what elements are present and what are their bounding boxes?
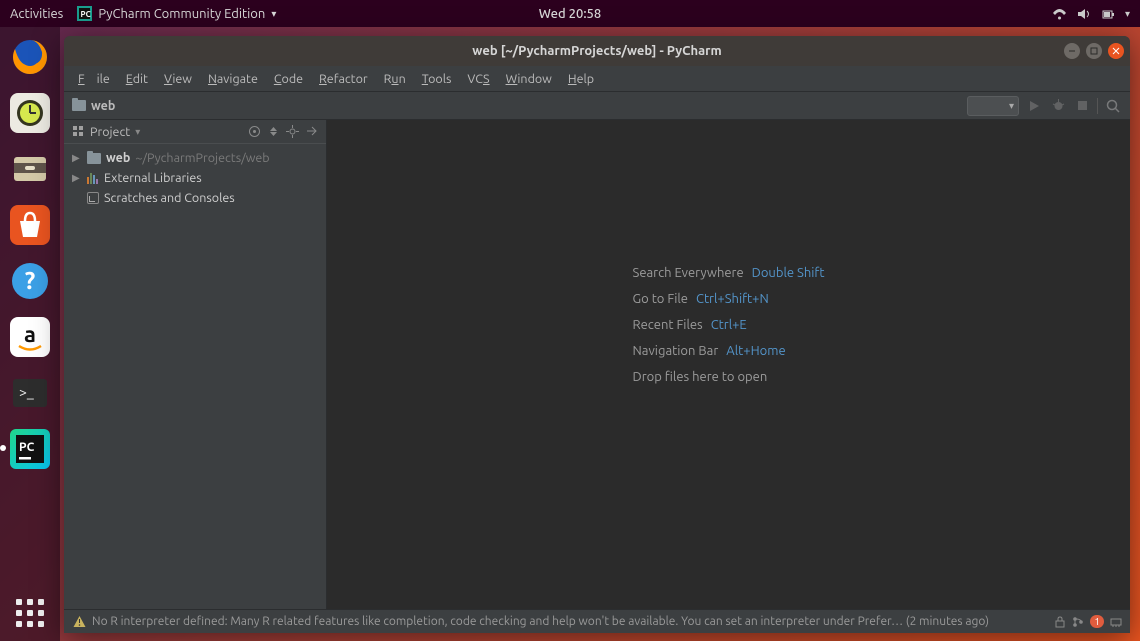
hide-icon[interactable] <box>305 125 318 138</box>
tree-item-external-libraries[interactable]: ▶ External Libraries <box>64 168 326 188</box>
folder-icon <box>72 100 86 111</box>
memory-icon[interactable] <box>1110 616 1122 628</box>
gnome-topbar: Activities PC PyCharm Community Edition … <box>0 0 1140 27</box>
battery-icon[interactable] <box>1101 7 1115 21</box>
menu-vcs[interactable]: VCS <box>461 70 495 88</box>
chevron-down-icon[interactable]: ▾ <box>1125 8 1130 20</box>
statusbar: No R interpreter defined: Many R related… <box>64 609 1130 633</box>
hint-label: Recent Files <box>633 318 703 332</box>
project-tool-title[interactable]: Project <box>90 125 130 139</box>
project-tool-header: Project ▾ <box>64 120 326 144</box>
menu-refactor[interactable]: Refactor <box>313 70 374 88</box>
stop-icon[interactable] <box>1073 97 1091 115</box>
run-config-selector[interactable]: ▾ <box>967 96 1019 116</box>
library-icon <box>87 173 99 184</box>
menu-run[interactable]: Run <box>378 70 412 88</box>
editor-area[interactable]: Search Everywhere Double Shift Go to Fil… <box>327 120 1130 609</box>
hint-recent-files: Recent Files Ctrl+E <box>633 318 825 332</box>
gear-icon[interactable] <box>286 125 299 138</box>
lock-icon[interactable] <box>1054 616 1066 628</box>
svg-text:a: a <box>24 322 36 347</box>
git-icon[interactable] <box>1072 616 1084 628</box>
expand-arrow-icon[interactable]: ▶ <box>72 169 82 187</box>
hint-navigation-bar: Navigation Bar Alt+Home <box>633 344 825 358</box>
hint-label: Navigation Bar <box>633 344 719 358</box>
nav-toolbar: web ▾ <box>64 92 1130 120</box>
hint-shortcut: Double Shift <box>752 266 825 280</box>
event-badge[interactable]: 1 <box>1090 615 1104 628</box>
pycharm-icon: PC <box>77 6 92 21</box>
show-applications[interactable] <box>16 599 44 627</box>
activities-button[interactable]: Activities <box>10 7 63 21</box>
menu-edit[interactable]: Edit <box>120 70 154 88</box>
launcher-amazon[interactable]: a <box>8 315 52 359</box>
menu-help[interactable]: Help <box>562 70 600 88</box>
svg-text:PC: PC <box>81 10 91 19</box>
chevron-down-icon: ▾ <box>271 8 276 20</box>
hint-label: Search Everywhere <box>633 266 744 280</box>
menu-view[interactable]: View <box>158 70 198 88</box>
titlebar: web [~/PycharmProjects/web] - PyCharm <box>64 36 1130 66</box>
tree-item-label: web <box>106 149 130 167</box>
welcome-hints: Search Everywhere Double Shift Go to Fil… <box>633 266 825 384</box>
folder-icon <box>87 153 101 164</box>
close-button[interactable] <box>1108 43 1124 59</box>
window-title: web [~/PycharmProjects/web] - PyCharm <box>472 44 721 58</box>
ubuntu-launcher: ? a >_ PC <box>0 27 60 641</box>
chevron-down-icon[interactable]: ▾ <box>135 126 140 138</box>
scratch-icon <box>87 192 99 204</box>
tree-item-label: Scratches and Consoles <box>104 189 235 207</box>
project-tree[interactable]: ▶ web ~/PycharmProjects/web ▶ External L… <box>64 144 326 212</box>
tree-item-web[interactable]: ▶ web ~/PycharmProjects/web <box>64 148 326 168</box>
launcher-clock[interactable] <box>8 91 52 135</box>
project-sidebar: Project ▾ ▶ web ~/PycharmProjects/web <box>64 120 327 609</box>
hint-label: Go to File <box>633 292 688 306</box>
menu-code[interactable]: Code <box>268 70 309 88</box>
menu-window[interactable]: Window <box>500 70 558 88</box>
status-message[interactable]: No R interpreter defined: Many R related… <box>92 615 1048 628</box>
hint-label: Drop files here to open <box>633 370 768 384</box>
menu-tools[interactable]: Tools <box>416 70 458 88</box>
maximize-button[interactable] <box>1086 43 1102 59</box>
app-menu-label: PyCharm Community Edition <box>98 7 265 21</box>
tree-item-scratches[interactable]: ▶ Scratches and Consoles <box>64 188 326 208</box>
hint-shortcut: Alt+Home <box>726 344 785 358</box>
collapse-icon[interactable] <box>267 125 280 138</box>
target-icon[interactable] <box>248 125 261 138</box>
expand-arrow-icon[interactable]: ▶ <box>72 149 82 167</box>
breadcrumb[interactable]: web <box>72 99 115 113</box>
project-icon <box>72 125 85 138</box>
warning-icon[interactable] <box>72 615 86 629</box>
launcher-firefox[interactable] <box>8 35 52 79</box>
svg-text:?: ? <box>25 267 36 294</box>
hint-drop-files: Drop files here to open <box>633 370 825 384</box>
menu-navigate[interactable]: Navigate <box>202 70 264 88</box>
launcher-software[interactable] <box>8 203 52 247</box>
clock[interactable]: Wed 20:58 <box>539 7 601 21</box>
tree-item-path: ~/PycharmProjects/web <box>135 149 269 167</box>
hint-shortcut: Ctrl+Shift+N <box>696 292 769 306</box>
launcher-terminal[interactable]: >_ <box>8 371 52 415</box>
svg-text:>_: >_ <box>19 384 34 400</box>
breadcrumb-root: web <box>91 99 115 113</box>
menu-file[interactable]: File <box>72 70 116 88</box>
hint-search-everywhere: Search Everywhere Double Shift <box>633 266 825 280</box>
search-icon[interactable] <box>1104 97 1122 115</box>
run-icon[interactable] <box>1025 97 1043 115</box>
launcher-help[interactable]: ? <box>8 259 52 303</box>
launcher-pycharm[interactable]: PC <box>8 427 52 471</box>
svg-text:PC: PC <box>19 441 35 454</box>
hint-shortcut: Ctrl+E <box>711 318 747 332</box>
launcher-files[interactable] <box>8 147 52 191</box>
hint-go-to-file: Go to File Ctrl+Shift+N <box>633 292 825 306</box>
pycharm-window: web [~/PycharmProjects/web] - PyCharm Fi… <box>64 36 1130 633</box>
app-menu[interactable]: PC PyCharm Community Edition ▾ <box>77 6 276 21</box>
minimize-button[interactable] <box>1064 43 1080 59</box>
tree-item-label: External Libraries <box>104 169 202 187</box>
menubar: File Edit View Navigate Code Refactor Ru… <box>64 66 1130 92</box>
debug-icon[interactable] <box>1049 97 1067 115</box>
wifi-icon[interactable] <box>1052 7 1067 21</box>
volume-icon[interactable] <box>1077 7 1091 21</box>
